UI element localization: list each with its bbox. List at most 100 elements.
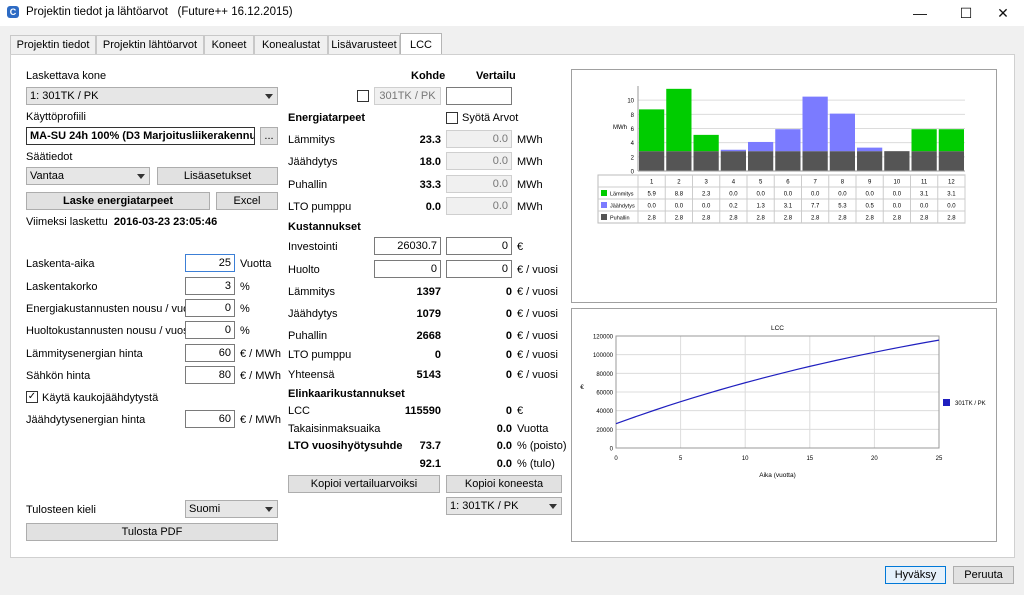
- bar-jäähdytys: [857, 147, 883, 152]
- tab-projektin-tiedot[interactable]: Projektin tiedot: [10, 35, 96, 55]
- y-tick-label: 6: [631, 127, 635, 133]
- kustannukset-header: Kustannukset: [288, 221, 361, 233]
- energy-vertailu-field: 0.0: [446, 197, 512, 215]
- tab-koneet[interactable]: Koneet: [204, 35, 254, 55]
- minimize-button[interactable]: —: [897, 0, 943, 26]
- laske-energiatarpeet-button[interactable]: Laske energiatarpeet: [26, 192, 210, 210]
- data-label: 0.0: [675, 204, 684, 210]
- vertailu-header: Vertailu: [476, 70, 516, 82]
- legend-label: Puhallin: [610, 216, 630, 222]
- tab-konealustat[interactable]: Konealustat: [254, 35, 328, 55]
- param-label: Lämmitysenergian hinta: [26, 348, 143, 360]
- kayttoprofiili-field[interactable]: MA-SU 24h 100% (D3 Marjoitusliikerakennu…: [26, 127, 255, 145]
- cost-unit: € / vuosi: [517, 369, 558, 381]
- param-unit: %: [240, 325, 250, 337]
- bar-puhallin: [802, 151, 828, 171]
- kopioi-kone-select[interactable]: 1: 301TK / PK: [446, 497, 562, 515]
- bar-jäähdytys: [775, 129, 801, 152]
- x-tick-label: 15: [806, 456, 813, 462]
- tulosteen-kieli-label: Tulosteen kieli: [26, 504, 96, 516]
- bar-lämmitys: [911, 129, 937, 152]
- laskentakorko-input[interactable]: 3: [185, 277, 235, 295]
- tab-lcc[interactable]: LCC: [400, 33, 442, 55]
- tulosta-pdf-button[interactable]: Tulosta PDF: [26, 523, 278, 541]
- lisaasetukset-button[interactable]: Lisäasetukset: [157, 167, 278, 185]
- legend-label: Lämmitys: [610, 192, 634, 198]
- chart-title: LCC: [771, 325, 784, 332]
- hyvaksy-button[interactable]: Hyväksy: [885, 566, 946, 584]
- y-tick-label: 100000: [593, 353, 614, 359]
- energy-kohde-value: 33.3: [419, 179, 441, 191]
- investointi-kohde-input[interactable]: 26030.7: [374, 237, 441, 255]
- kaukojaahdytys-label: Käytä kaukojäähdytystä: [42, 392, 159, 404]
- energy-unit: MWh: [517, 179, 543, 191]
- param-label: Huoltokustannusten nousu / vuosi: [26, 325, 192, 337]
- elinkaari-header: Elinkaarikustannukset: [288, 388, 405, 400]
- window-title: Projektin tiedot ja lähtöarvot (Future++…: [26, 6, 293, 18]
- kohde-checkbox[interactable]: [357, 90, 369, 102]
- lcc-kohde-value: 115590: [404, 405, 441, 417]
- x-tick-label: 7: [813, 180, 817, 186]
- data-label: 0.0: [865, 192, 874, 198]
- cost-kohde-value: 1397: [416, 286, 441, 298]
- bar-puhallin: [775, 151, 801, 171]
- tab-projektin-lahtoarvot[interactable]: Projektin lähtöarvot: [96, 35, 204, 55]
- data-label: 2.8: [729, 216, 738, 222]
- syota-arvot-checkbox[interactable]: [446, 112, 458, 124]
- data-label: 2.8: [838, 216, 847, 222]
- kopioi-vertailuarvoiksi-button[interactable]: Kopioi vertailuarvoiksi: [288, 475, 440, 493]
- jaahdytysenergia-hinta-input[interactable]: 60: [185, 410, 235, 428]
- peruuta-button[interactable]: Peruuta: [953, 566, 1014, 584]
- data-label: 0.0: [811, 192, 820, 198]
- data-label: 0.0: [647, 204, 656, 210]
- takaisin-label: Takaisinmaksuaika: [288, 423, 381, 435]
- bar-jäähdytys: [720, 149, 746, 152]
- kopioi-koneesta-button[interactable]: Kopioi koneesta: [446, 475, 562, 493]
- saatiedot-value: Vantaa: [30, 170, 65, 182]
- energy-kohde-value: 18.0: [419, 156, 441, 168]
- vertailu-name-field[interactable]: [446, 87, 512, 105]
- lammitysenergia-hinta-input[interactable]: 60: [185, 344, 235, 362]
- lcc-unit: €: [517, 405, 524, 417]
- app-icon: C: [7, 6, 19, 18]
- investointi-label: Investointi: [288, 241, 338, 253]
- x-tick-label: 25: [936, 456, 943, 462]
- data-label: 2.8: [865, 216, 874, 222]
- browse-profile-button[interactable]: ...: [260, 127, 278, 145]
- saatiedot-select[interactable]: Vantaa: [26, 167, 150, 185]
- tab-lisavarusteet[interactable]: Lisävarusteet: [328, 35, 400, 55]
- excel-button[interactable]: Excel: [216, 192, 278, 210]
- data-label: 0.0: [893, 192, 902, 198]
- bar-puhallin: [911, 151, 937, 171]
- chevron-down-icon: [549, 504, 557, 509]
- bar-lämmitys: [693, 134, 719, 152]
- data-label: 0.0: [947, 204, 956, 210]
- tulosteen-kieli-select[interactable]: Suomi: [185, 500, 278, 518]
- sahkon-hinta-input[interactable]: 80: [185, 366, 235, 384]
- energy-unit: MWh: [517, 156, 543, 168]
- x-axis-label: Aika (vuotta): [759, 472, 796, 479]
- huoltokustannus-nousu-input[interactable]: 0: [185, 321, 235, 339]
- investointi-vertailu-input[interactable]: 0: [446, 237, 512, 255]
- data-label: 2.8: [756, 216, 765, 222]
- legend-label: 301TK / PK: [955, 401, 986, 407]
- y-tick-label: 2: [631, 155, 635, 161]
- y-tick-label: 40000: [596, 409, 613, 415]
- close-button[interactable]: ✕: [980, 0, 1024, 26]
- viimeksi-laskettu: Viimeksi laskettu 2016-03-23 23:05:46: [26, 216, 218, 228]
- energy-label: Lämmitys: [288, 134, 336, 146]
- cost-label: Jäähdytys: [288, 308, 338, 320]
- laskettava-kone-select[interactable]: 1: 301TK / PK: [26, 87, 278, 105]
- energiatarpeet-header: Energiatarpeet: [288, 112, 366, 124]
- laskettava-kone-value: 1: 301TK / PK: [30, 90, 99, 102]
- data-label: 0.0: [920, 204, 929, 210]
- chevron-down-icon: [137, 174, 145, 179]
- energiakustannus-nousu-input[interactable]: 0: [185, 299, 235, 317]
- kaukojaahdytys-checkbox[interactable]: ✓: [26, 391, 38, 403]
- legend-swatch-puhallin: [601, 214, 607, 220]
- legend-swatch-lämmitys: [601, 190, 607, 196]
- x-tick-label: 10: [742, 456, 749, 462]
- laskenta-aika-input[interactable]: 25: [185, 254, 235, 272]
- huolto-kohde-input[interactable]: 0: [374, 260, 441, 278]
- huolto-vertailu-input[interactable]: 0: [446, 260, 512, 278]
